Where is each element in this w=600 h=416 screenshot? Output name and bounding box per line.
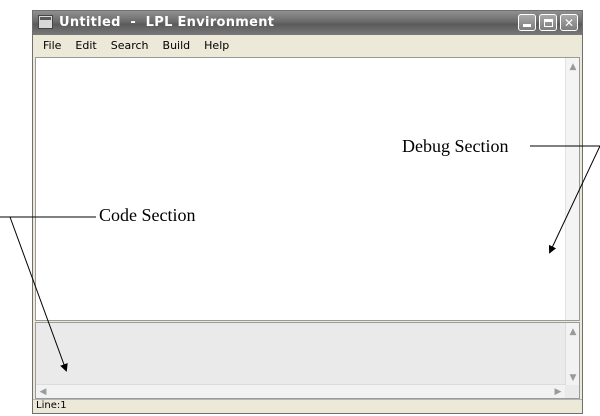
debug-section-label: Debug Section [402,136,509,156]
menu-help[interactable]: Help [204,39,229,52]
debug-vertical-scrollbar[interactable]: ▲ ▼ [565,323,579,385]
debug-horizontal-scrollbar[interactable]: ◀ ▶ [36,384,565,398]
app-window-icon [38,15,53,29]
code-vertical-scrollbar[interactable]: ▲ [565,58,579,320]
menu-file[interactable]: File [43,39,61,52]
scroll-right-icon[interactable]: ▶ [551,385,565,399]
window-title: Untitled - LPL Environment [59,15,275,30]
code-editor[interactable]: ▲ [35,57,580,321]
title-bar[interactable]: Untitled - LPL Environment ✕ [33,11,582,36]
maximize-button[interactable] [539,14,557,31]
debug-scroll-down-icon[interactable]: ▼ [566,371,580,385]
debug-output[interactable]: ▲ ▼ ◀ ▶ [35,322,580,399]
close-button[interactable]: ✕ [560,14,578,31]
minimize-button[interactable] [518,14,536,31]
menu-build[interactable]: Build [163,39,191,52]
scroll-left-icon[interactable]: ◀ [36,385,50,399]
menu-edit[interactable]: Edit [75,39,96,52]
menu-bar: File Edit Search Build Help [33,35,582,55]
code-section-label: Code Section [99,205,196,225]
menu-search[interactable]: Search [111,39,149,52]
maximize-icon [543,18,553,27]
status-line-number: Line:1 [36,400,67,411]
scroll-up-icon[interactable]: ▲ [566,60,580,74]
status-bar: Line:1 [33,399,582,413]
debug-scroll-up-icon[interactable]: ▲ [566,325,580,339]
minimize-icon [523,24,531,27]
close-icon: ✕ [563,15,575,30]
